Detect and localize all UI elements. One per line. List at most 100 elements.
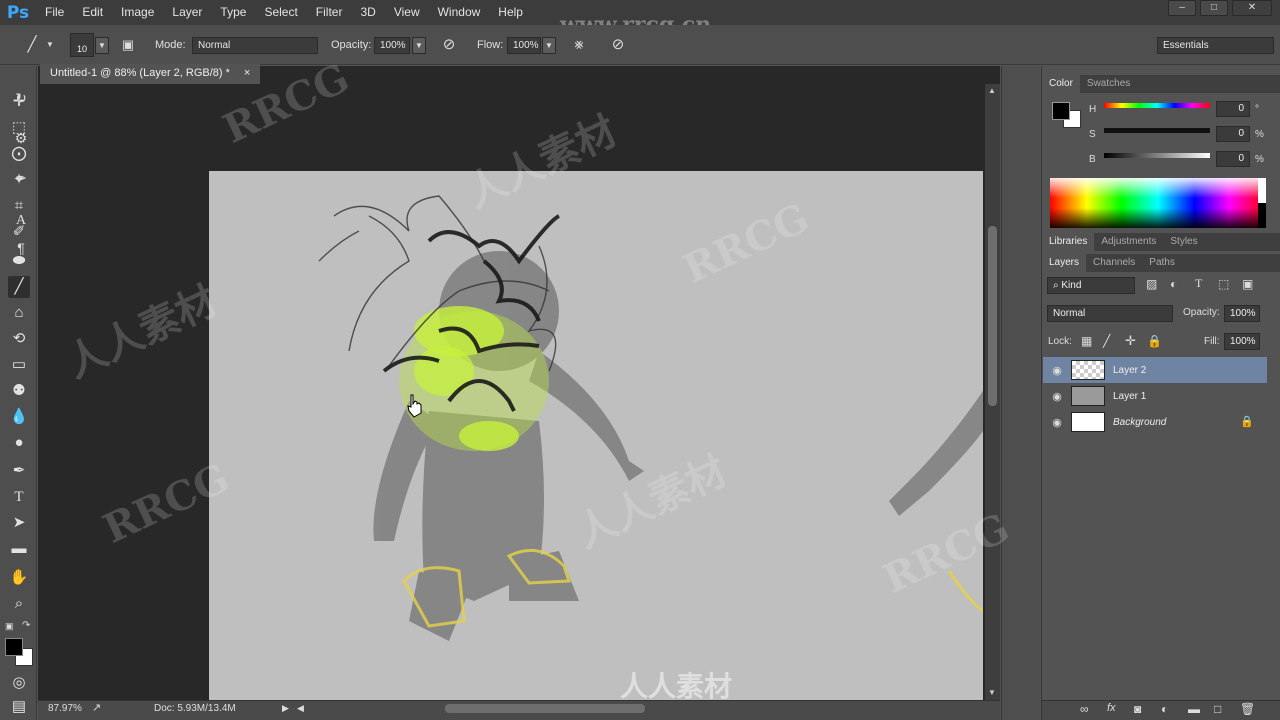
layer-row-layer-2[interactable]: ◉ Layer 2 <box>1043 357 1267 383</box>
tab-layers[interactable]: Layers <box>1042 254 1087 272</box>
layer-name[interactable]: Layer 1 <box>1113 391 1146 402</box>
tab-paths[interactable]: Paths <box>1142 254 1182 272</box>
tab-swatches[interactable]: Swatches <box>1080 75 1137 93</box>
foreground-swatch[interactable] <box>1052 102 1070 120</box>
flow-arrow-icon[interactable]: ▼ <box>542 37 556 54</box>
canvas[interactable] <box>209 171 983 700</box>
saturation-slider[interactable] <box>1104 128 1210 133</box>
tab-adjustments[interactable]: Adjustments <box>1094 233 1163 251</box>
tab-color[interactable]: Color <box>1042 75 1080 93</box>
brush-tool-preset-icon[interactable]: ╱ <box>22 35 42 55</box>
menu-image[interactable]: Image <box>112 0 163 25</box>
scroll-left-icon[interactable]: ◀ <box>297 703 304 714</box>
layer-name[interactable]: Layer 2 <box>1113 365 1146 376</box>
fill-input[interactable]: 100% <box>1224 333 1260 350</box>
hue-slider[interactable] <box>1104 103 1210 108</box>
properties-panel-icon[interactable]: ⚙ <box>11 128 31 148</box>
tab-styles[interactable]: Styles <box>1163 233 1204 251</box>
tab-libraries[interactable]: Libraries <box>1042 233 1095 251</box>
pen-tool-icon[interactable]: ✒ <box>8 460 30 482</box>
airbrush-icon[interactable]: ⨳ <box>569 35 589 55</box>
spectrum-white-chip[interactable] <box>1258 178 1266 203</box>
lock-all-icon[interactable]: 🔒 <box>1147 334 1162 348</box>
new-layer-icon[interactable]: □ <box>1214 702 1221 716</box>
filter-adjustment-icon[interactable]: ◐ <box>1170 277 1177 291</box>
minimize-button[interactable]: – <box>1168 0 1196 16</box>
saturation-value[interactable]: 0 <box>1216 126 1250 142</box>
opacity-arrow-icon[interactable]: ▼ <box>412 37 426 54</box>
history-panel-icon[interactable]: ↻ <box>11 88 31 108</box>
preset-arrow-icon[interactable]: ▼ <box>46 40 54 49</box>
delete-layer-icon[interactable]: 🗑 <box>1240 702 1255 716</box>
filter-shape-icon[interactable]: ⬚ <box>1218 277 1229 291</box>
status-menu-arrow-icon[interactable]: ▶ <box>282 703 289 714</box>
pressure-size-icon[interactable]: ⊘ <box>608 35 628 55</box>
filter-smart-object-icon[interactable]: ▣ <box>1242 277 1253 291</box>
character-panel-icon[interactable]: A <box>11 211 31 231</box>
dodge-tool-icon[interactable]: ● <box>8 432 30 454</box>
filter-type-icon[interactable]: T <box>1195 276 1202 291</box>
clone-stamp-tool-icon[interactable]: ⌂ <box>8 302 30 324</box>
tab-channels[interactable]: Channels <box>1086 254 1142 272</box>
default-colors-icon[interactable]: ▣ <box>5 621 14 632</box>
close-document-icon[interactable]: × <box>244 64 250 84</box>
layer-row-layer-1[interactable]: ◉ Layer 1 <box>1043 383 1267 409</box>
menu-edit[interactable]: Edit <box>73 0 112 25</box>
rectangle-tool-icon[interactable]: ▬ <box>8 538 30 560</box>
menu-view[interactable]: View <box>385 0 429 25</box>
close-window-button[interactable]: ✕ <box>1232 0 1272 16</box>
foreground-color-swatch[interactable] <box>5 638 23 656</box>
menu-filter[interactable]: Filter <box>307 0 352 25</box>
brush-panel-toggle-icon[interactable]: ▣ <box>118 35 138 55</box>
scroll-up-icon[interactable]: ▲ <box>988 86 996 95</box>
spectrum-black-chip[interactable] <box>1258 203 1266 228</box>
add-mask-icon[interactable]: ◙ <box>1134 702 1141 716</box>
flow-input[interactable]: 100% <box>507 37 541 54</box>
menu-window[interactable]: Window <box>429 0 490 25</box>
brush-tool-icon[interactable]: ╱ <box>8 276 30 298</box>
layer-row-background[interactable]: ◉ Background <box>1043 409 1267 435</box>
type-tool-icon[interactable]: T <box>8 486 30 508</box>
screen-mode-icon[interactable]: ▤ <box>8 696 30 718</box>
link-layers-icon[interactable]: ∞ <box>1080 702 1089 716</box>
zoom-level[interactable]: 87.97% <box>48 703 82 714</box>
filter-image-icon[interactable]: ▨ <box>1146 277 1157 291</box>
workspace-select[interactable]: Essentials <box>1157 37 1274 54</box>
brush-size-picker[interactable]: 10 <box>70 33 94 57</box>
visibility-eye-icon[interactable]: ◉ <box>1043 364 1071 377</box>
zoom-tool-icon[interactable]: ⌕ <box>8 593 30 615</box>
eraser-tool-icon[interactable]: ▭ <box>8 354 30 376</box>
opacity-input[interactable]: 100% <box>374 37 410 54</box>
lock-position-icon[interactable]: ✛ <box>1125 333 1136 349</box>
path-selection-tool-icon[interactable]: ➤ <box>8 512 30 534</box>
menu-file[interactable]: File <box>36 0 73 25</box>
menu-select[interactable]: Select <box>255 0 306 25</box>
hue-value[interactable]: 0 <box>1216 101 1250 117</box>
lock-transparency-icon[interactable]: ▦ <box>1081 334 1092 348</box>
paint-bucket-tool-icon[interactable]: ⚉ <box>8 380 30 402</box>
history-brush-tool-icon[interactable]: ⟲ <box>8 328 30 350</box>
lock-pixels-icon[interactable]: ╱ <box>1103 334 1110 348</box>
hand-tool-icon[interactable]: ✋ <box>8 567 30 589</box>
brush-presets-icon[interactable]: ✒ <box>11 168 31 188</box>
menu-3d[interactable]: 3D <box>351 0 384 25</box>
menu-help[interactable]: Help <box>489 0 532 25</box>
vertical-scrollbar-thumb[interactable] <box>988 226 997 406</box>
new-adjustment-icon[interactable]: ◐ <box>1161 702 1168 716</box>
maximize-button[interactable]: □ <box>1200 0 1228 16</box>
layer-filter-kind-select[interactable]: ⌕ Kind <box>1047 277 1135 294</box>
quick-mask-icon[interactable]: ◎ <box>8 672 30 694</box>
horizontal-scrollbar-thumb[interactable] <box>445 704 645 713</box>
new-group-icon[interactable]: ▬ <box>1188 702 1200 716</box>
brush-size-arrow-icon[interactable]: ▼ <box>95 37 109 54</box>
layer-name[interactable]: Background <box>1113 417 1166 428</box>
scroll-down-icon[interactable]: ▼ <box>988 688 996 697</box>
mode-select[interactable]: Normal <box>192 37 318 54</box>
paragraph-panel-icon[interactable]: ¶ <box>11 238 31 258</box>
menu-type[interactable]: Type <box>211 0 255 25</box>
document-tab[interactable]: Untitled-1 @ 88% (Layer 2, RGB/8) * × <box>40 64 261 84</box>
brightness-slider[interactable] <box>1104 153 1210 158</box>
brightness-value[interactable]: 0 <box>1216 151 1250 167</box>
pressure-opacity-icon[interactable]: ⊘ <box>439 35 459 55</box>
blend-mode-select[interactable]: Normal <box>1047 305 1173 322</box>
